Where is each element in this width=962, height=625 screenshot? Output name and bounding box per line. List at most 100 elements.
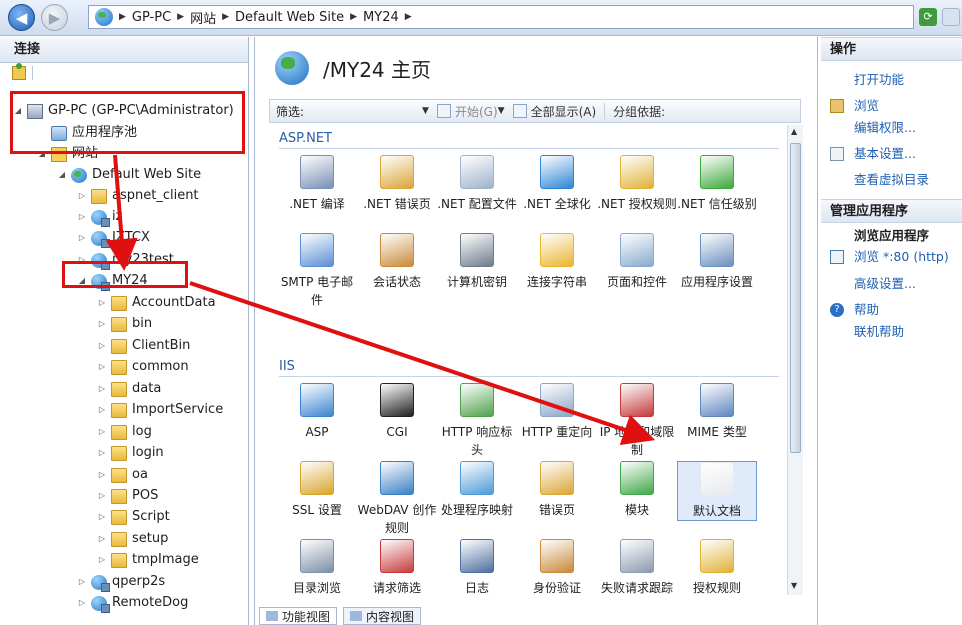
start-dropdown-icon[interactable]: ▼ (498, 106, 505, 116)
tree-expander-icon[interactable]: ▷ (78, 572, 86, 592)
scroll-up-icon[interactable]: ▲ (791, 127, 797, 136)
feature-handler-mappings[interactable]: 处理程序映射 (437, 461, 517, 519)
feature-machine-key[interactable]: 计算机密钥 (437, 233, 517, 291)
breadcrumb-item-default-web-site[interactable]: Default Web Site (235, 10, 344, 25)
tab-features-view[interactable]: 功能视图 (259, 607, 338, 625)
features-scrollbar[interactable]: ▲ ▼ (787, 125, 803, 595)
tree-expander-icon[interactable]: ▷ (98, 529, 106, 549)
tree-expander-icon[interactable]: ◢ (58, 165, 66, 185)
refresh-icon[interactable]: ⟳ (919, 8, 937, 26)
feature-dotnet-globalization[interactable]: .NET 全球化 (517, 155, 597, 213)
tree-expander-icon[interactable]: ▷ (98, 486, 106, 506)
tree-expander-icon[interactable]: ▷ (98, 507, 106, 527)
tree-expander-icon[interactable]: ▷ (98, 379, 106, 399)
edit-permissions-link[interactable]: 编辑权限... (854, 119, 916, 137)
address-breadcrumb[interactable]: ▶ GP-PC ▶ 网站 ▶ Default Web Site ▶ MY24 ▶ (88, 5, 914, 29)
filter-input[interactable] (312, 102, 423, 120)
tree-node-f6[interactable]: ▷ ImportService (98, 400, 223, 420)
feature-authentication[interactable]: 身份验证 (517, 539, 597, 595)
feature-mime-types[interactable]: MIME 类型 (677, 383, 757, 441)
tree-node-f4[interactable]: ▷ common (98, 357, 189, 377)
feature-cgi[interactable]: CGI (357, 383, 437, 441)
tree-expander-icon[interactable]: ▷ (98, 443, 106, 463)
tree-expander-icon[interactable]: ▷ (98, 465, 106, 485)
feature-ip-restrictions[interactable]: IP 地址和域限制 (597, 383, 677, 459)
feature-connection-string[interactable]: 连接字符串 (517, 233, 597, 291)
connection-string-icon (540, 233, 574, 267)
tree-expander-icon[interactable]: ▷ (78, 186, 86, 206)
explore-link[interactable]: 浏览 (854, 97, 879, 115)
feature-pages-controls[interactable]: 页面和控件 (597, 233, 677, 291)
tree-node-f5[interactable]: ▷ data (98, 379, 161, 399)
feature-directory-browsing[interactable]: 目录浏览 (277, 539, 357, 595)
tree-node-aspnet[interactable]: ▷ aspnet_client (78, 186, 199, 206)
help-link[interactable]: 帮助 (854, 301, 879, 319)
tree-node-f12[interactable]: ▷ setup (98, 529, 168, 549)
feature-asp[interactable]: ASP (277, 383, 357, 441)
tab-content-view[interactable]: 内容视图 (343, 607, 422, 625)
view-virtual-directories-link[interactable]: 查看虚拟目录 (854, 171, 929, 189)
feature-http-redirect[interactable]: HTTP 重定向 (517, 383, 597, 441)
feature-http-headers[interactable]: HTTP 响应标头 (437, 383, 517, 459)
start-filter-button[interactable]: 开始(G) (436, 103, 498, 120)
tree-node-f8[interactable]: ▷ login (98, 443, 164, 463)
tree-expander-icon[interactable]: ▷ (98, 314, 106, 334)
tree-node-qperp[interactable]: ▷ qperp2s (78, 572, 165, 592)
feature-dotnet-profile[interactable]: .NET 配置文件 (437, 155, 517, 213)
new-connection-icon[interactable] (12, 63, 26, 80)
tree-expander-icon[interactable]: ▷ (78, 207, 86, 227)
feature-session-state[interactable]: 会话状态 (357, 233, 437, 291)
breadcrumb-item-my24[interactable]: MY24 (363, 10, 399, 25)
feature-dotnet-trust[interactable]: .NET 信任级别 (677, 155, 757, 213)
open-feature-link[interactable]: 打开功能 (854, 71, 904, 89)
tree-expander-icon[interactable]: ▷ (98, 336, 106, 356)
toolbar-menu-icon[interactable] (942, 8, 960, 26)
feature-authorization-rules[interactable]: 授权规则 (677, 539, 757, 595)
scroll-down-icon[interactable]: ▼ (791, 581, 797, 590)
tree-node-f1[interactable]: ▷ AccountData (98, 293, 216, 313)
handler-mappings-icon (460, 461, 494, 495)
tree-expander-icon[interactable]: ▷ (78, 228, 86, 248)
tree-expander-icon[interactable]: ▷ (98, 357, 106, 377)
tree-expander-icon[interactable]: ▷ (98, 422, 106, 442)
feature-webdav[interactable]: WebDAV 创作规则 (357, 461, 437, 537)
tree-node-default[interactable]: ◢ Default Web Site (58, 165, 201, 185)
basic-settings-link[interactable]: 基本设置... (854, 145, 916, 163)
feature-modules[interactable]: 模块 (597, 461, 677, 519)
feature-dotnet-authorization[interactable]: .NET 授权规则 (597, 155, 677, 213)
tree-expander-icon[interactable]: ▷ (98, 293, 106, 313)
tree-node-f13[interactable]: ▷ tmpImage (98, 550, 199, 570)
tree-node-f11[interactable]: ▷ Script (98, 507, 170, 527)
filter-dropdown-icon[interactable]: ▼ (422, 106, 429, 116)
tree-node-f3[interactable]: ▷ ClientBin (98, 336, 190, 356)
feature-smtp-email[interactable]: SMTP 电子邮件 (277, 233, 357, 309)
feature-dotnet-compile[interactable]: .NET 编译 (277, 155, 357, 213)
browse-80-link[interactable]: 浏览 *:80 (http) (854, 248, 949, 266)
feature-dotnet-error-page[interactable]: .NET 错误页 (357, 155, 437, 213)
feature-logging[interactable]: 日志 (437, 539, 517, 595)
breadcrumb-item-sites[interactable]: 网站 (190, 8, 216, 27)
tree-node-iztcx[interactable]: ▷ IZTCX (78, 228, 150, 248)
feature-failed-request-tracing[interactable]: 失败请求跟踪规则 (597, 539, 677, 595)
tree-node-remote[interactable]: ▷ RemoteDog (78, 593, 188, 613)
feature-ssl-lock[interactable]: SSL 设置 (277, 461, 357, 519)
breadcrumb-item-server[interactable]: GP-PC (132, 10, 171, 25)
tree-expander-icon[interactable]: ▷ (78, 593, 86, 613)
tree-node-f7[interactable]: ▷ log (98, 422, 152, 442)
feature-default-document[interactable]: 默认文档 (677, 461, 757, 521)
advanced-settings-link[interactable]: 高级设置... (854, 275, 916, 293)
feature-app-settings[interactable]: 应用程序设置 (677, 233, 757, 291)
online-help-link[interactable]: 联机帮助 (854, 323, 904, 341)
tree-node-f2[interactable]: ▷ bin (98, 314, 152, 334)
feature-error-pages[interactable]: 错误页 (517, 461, 597, 519)
show-all-button[interactable]: 全部显示(A) (512, 103, 596, 120)
forward-button[interactable]: ▶ (41, 4, 68, 31)
tree-node-f10[interactable]: ▷ POS (98, 486, 158, 506)
back-button[interactable]: ◀ (8, 4, 35, 31)
tree-expander-icon[interactable]: ▷ (98, 550, 106, 570)
tree-node-f9[interactable]: ▷ oa (98, 465, 148, 485)
tree-expander-icon[interactable]: ▷ (98, 400, 106, 420)
feature-request-filtering[interactable]: 请求筛选 (357, 539, 437, 595)
scrollbar-thumb[interactable] (790, 143, 801, 453)
tree-node-iz[interactable]: ▷ iz (78, 207, 122, 227)
